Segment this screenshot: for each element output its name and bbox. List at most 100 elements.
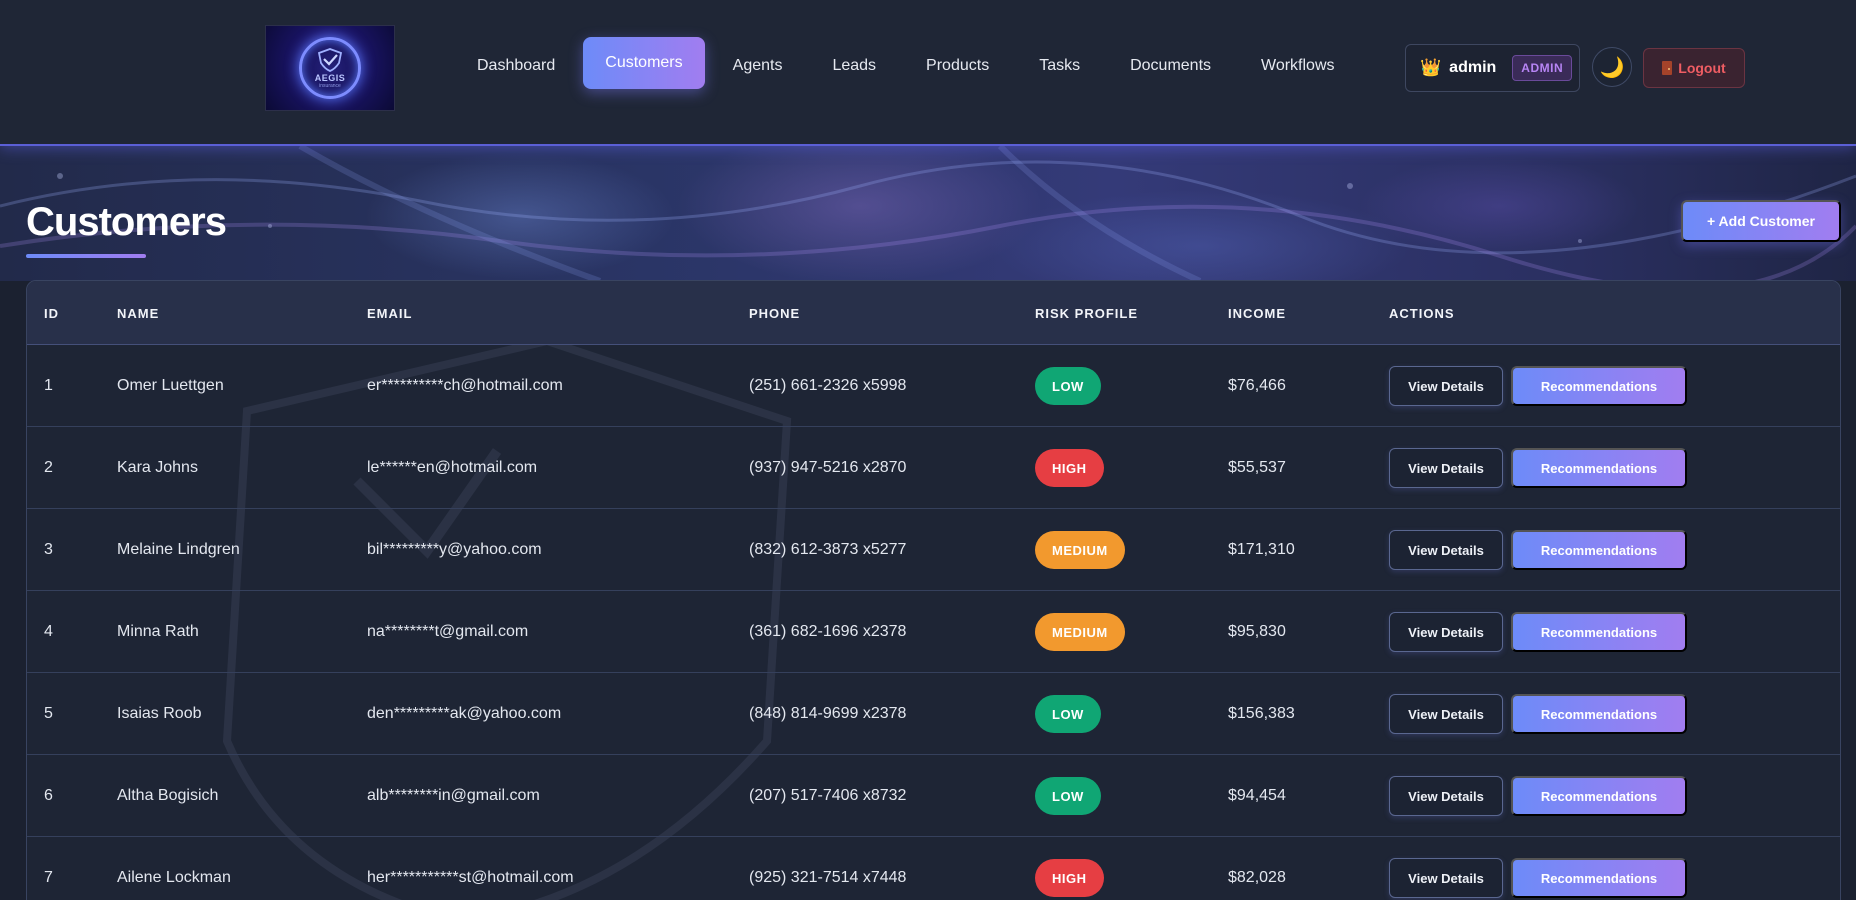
nav-documents[interactable]: Documents bbox=[1108, 40, 1233, 92]
cell-actions: View Details Recommendations bbox=[1389, 509, 1687, 591]
cell-phone: (925) 321-7514 x7448 bbox=[749, 869, 907, 886]
table-row[interactable]: 3 Melaine Lindgren bil*********y@yahoo.com… bbox=[27, 509, 1840, 591]
column-header-id[interactable]: ID bbox=[44, 281, 59, 345]
nav-customers[interactable]: Customers bbox=[583, 37, 705, 89]
nav-agents[interactable]: Agents bbox=[711, 40, 805, 92]
logo-subtext: insurance bbox=[319, 82, 341, 89]
page-title: Customers bbox=[26, 200, 227, 244]
column-header-income[interactable]: INCOME bbox=[1228, 281, 1286, 345]
moon-icon: 🌙 bbox=[1599, 56, 1625, 79]
risk-badge: LOW bbox=[1035, 695, 1101, 733]
user-menu[interactable]: 👑 admin ADMIN bbox=[1405, 44, 1580, 92]
cell-actions: View Details Recommendations bbox=[1389, 837, 1687, 900]
role-badge: ADMIN bbox=[1512, 55, 1573, 81]
cell-name: Isaias Roob bbox=[117, 705, 202, 722]
view-details-button[interactable]: View Details bbox=[1389, 366, 1503, 406]
table-row[interactable]: 2 Kara Johns le******en@hotmail.com (937) 9… bbox=[27, 427, 1840, 509]
cell-email: er**********ch@hotmail.com bbox=[367, 377, 563, 394]
view-details-button[interactable]: View Details bbox=[1389, 612, 1503, 652]
table-row[interactable]: 7 Ailene Lockman her***********st@hotmail.… bbox=[27, 837, 1840, 900]
recommendations-button[interactable]: Recommendations bbox=[1511, 612, 1687, 652]
column-header-risk-profile[interactable]: RISK PROFILE bbox=[1035, 281, 1138, 345]
cell-actions: View Details Recommendations bbox=[1389, 345, 1687, 427]
recommendations-button[interactable]: Recommendations bbox=[1511, 530, 1687, 570]
view-details-button[interactable]: View Details bbox=[1389, 448, 1503, 488]
cell-id: 4 bbox=[44, 623, 53, 640]
table-row[interactable]: 6 Altha Bogisich alb********in@gmail.com (2… bbox=[27, 755, 1840, 837]
view-details-button[interactable]: View Details bbox=[1389, 530, 1503, 570]
cell-risk: HIGH bbox=[1035, 837, 1104, 900]
cell-risk: LOW bbox=[1035, 345, 1101, 427]
column-header-phone[interactable]: PHONE bbox=[749, 281, 800, 345]
cell-phone: (937) 947-5216 x2870 bbox=[749, 459, 907, 476]
cell-income: $94,454 bbox=[1228, 787, 1286, 804]
recommendations-button[interactable]: Recommendations bbox=[1511, 776, 1687, 816]
user-name: admin bbox=[1449, 59, 1497, 76]
table-header: ID NAME EMAIL PHONE RISK PROFILE INCOME … bbox=[27, 281, 1840, 345]
nav-dashboard[interactable]: Dashboard bbox=[455, 40, 577, 92]
table-row[interactable]: 4 Minna Rath na********t@gmail.com (361) 68… bbox=[27, 591, 1840, 673]
cell-id: 5 bbox=[44, 705, 53, 722]
hero-banner bbox=[0, 146, 1856, 281]
cell-name: Melaine Lindgren bbox=[117, 541, 240, 558]
recommendations-button[interactable]: Recommendations bbox=[1511, 694, 1687, 734]
nav-tasks[interactable]: Tasks bbox=[1017, 40, 1102, 92]
risk-badge: LOW bbox=[1035, 367, 1101, 405]
cell-actions: View Details Recommendations bbox=[1389, 673, 1687, 755]
nav-workflows[interactable]: Workflows bbox=[1239, 40, 1357, 92]
main-nav: Dashboard Customers Agents Leads Product… bbox=[455, 37, 1363, 92]
cell-income: $76,466 bbox=[1228, 377, 1286, 394]
cell-actions: View Details Recommendations bbox=[1389, 755, 1687, 837]
cell-income: $55,537 bbox=[1228, 459, 1286, 476]
cell-email: alb********in@gmail.com bbox=[367, 787, 540, 804]
cell-email: le******en@hotmail.com bbox=[367, 459, 538, 476]
cell-email: her***********st@hotmail.com bbox=[367, 869, 574, 886]
table-row[interactable]: 5 Isaias Roob den*********ak@yahoo.com (848… bbox=[27, 673, 1840, 755]
logo-emblem: AEGIS insurance bbox=[299, 37, 361, 99]
cell-email: na********t@gmail.com bbox=[367, 623, 529, 640]
cell-actions: View Details Recommendations bbox=[1389, 591, 1687, 673]
nav-leads[interactable]: Leads bbox=[810, 40, 898, 92]
logo-text: AEGIS bbox=[314, 72, 346, 83]
view-details-button[interactable]: View Details bbox=[1389, 694, 1503, 734]
cell-id: 6 bbox=[44, 787, 53, 804]
risk-badge: MEDIUM bbox=[1035, 531, 1125, 569]
theme-toggle-button[interactable]: 🌙 bbox=[1592, 47, 1632, 87]
cell-name: Omer Luettgen bbox=[117, 377, 224, 394]
hero-background-art bbox=[0, 146, 1856, 281]
logout-button[interactable]: Logout bbox=[1643, 48, 1745, 88]
crown-icon: 👑 bbox=[1420, 58, 1442, 77]
column-header-name[interactable]: NAME bbox=[117, 281, 159, 345]
table-row[interactable]: 1 Omer Luettgen er**********ch@hotmail.com… bbox=[27, 345, 1840, 427]
cell-id: 2 bbox=[44, 459, 53, 476]
cell-phone: (848) 814-9699 x2378 bbox=[749, 705, 907, 722]
shield-check-icon bbox=[317, 47, 343, 72]
cell-income: $82,028 bbox=[1228, 869, 1286, 886]
cell-risk: HIGH bbox=[1035, 427, 1104, 509]
cell-risk: LOW bbox=[1035, 755, 1101, 837]
recommendations-button[interactable]: Recommendations bbox=[1511, 448, 1687, 488]
column-header-email[interactable]: EMAIL bbox=[367, 281, 412, 345]
risk-badge: HIGH bbox=[1035, 449, 1104, 487]
view-details-button[interactable]: View Details bbox=[1389, 776, 1503, 816]
add-customer-button[interactable]: + Add Customer bbox=[1681, 200, 1841, 242]
customers-table: ID NAME EMAIL PHONE RISK PROFILE INCOME … bbox=[26, 280, 1841, 900]
risk-badge: MEDIUM bbox=[1035, 613, 1125, 651]
cell-income: $156,383 bbox=[1228, 705, 1295, 722]
title-underline bbox=[26, 254, 146, 258]
cell-name: Kara Johns bbox=[117, 459, 198, 476]
top-navbar: AEGIS insurance Dashboard Customers Agen… bbox=[0, 0, 1856, 146]
recommendations-button[interactable]: Recommendations bbox=[1511, 366, 1687, 406]
nav-products[interactable]: Products bbox=[904, 40, 1011, 92]
cell-phone: (207) 517-7406 x8732 bbox=[749, 787, 907, 804]
cell-name: Ailene Lockman bbox=[117, 869, 231, 886]
cell-risk: MEDIUM bbox=[1035, 591, 1125, 673]
view-details-button[interactable]: View Details bbox=[1389, 858, 1503, 898]
cell-name: Minna Rath bbox=[117, 623, 199, 640]
cell-email: bil*********y@yahoo.com bbox=[367, 541, 542, 558]
recommendations-button[interactable]: Recommendations bbox=[1511, 858, 1687, 898]
cell-risk: LOW bbox=[1035, 673, 1101, 755]
aegis-logo[interactable]: AEGIS insurance bbox=[265, 25, 395, 111]
cell-phone: (832) 612-3873 x5277 bbox=[749, 541, 907, 558]
cell-income: $171,310 bbox=[1228, 541, 1295, 558]
